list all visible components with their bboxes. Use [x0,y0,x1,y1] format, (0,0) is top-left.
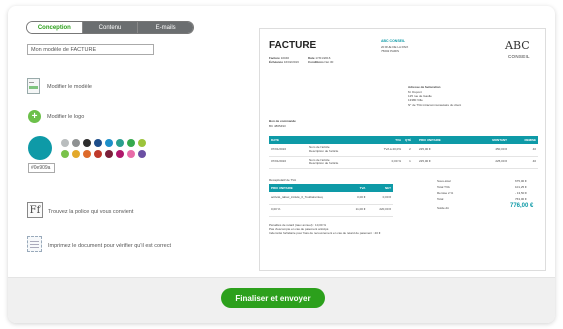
column-header: PRIX UNITAIRE [269,184,345,192]
color-swatch[interactable] [72,139,80,147]
font-icon[interactable]: Ff [27,202,43,218]
column-header: MONTANT [463,136,509,144]
modify-logo-link[interactable]: Modifier le logo [47,114,84,120]
invoice-conditions: Conditions Net 30 [308,60,334,64]
design-tabs: Conception Contenu E-mails [26,21,194,34]
template-name-input[interactable]: Mon modèle de FACTURE [27,44,154,55]
total-label: Total [437,197,444,201]
print-preview-icon[interactable] [27,236,42,252]
column-header: PRIX UNITAIRE [417,136,463,144]
row-description: Nom de l'article Description de l'article [307,144,367,157]
invoice-preview: FACTURE Facture 10046 Échéance 16/02/201… [259,28,546,271]
company-address-2: 75002 PARIS [381,49,399,53]
modify-template-link[interactable]: Modifier le modèle [47,84,92,90]
color-swatch[interactable] [72,150,80,158]
total-value: 763,00 € [515,197,527,201]
row-quantity: 2 [403,144,417,157]
company-logo-sub: CONSEIL [508,54,530,59]
billing-vat: N° de TVA intracommunautaire du client [408,103,462,107]
total-value: - 13,50 € [515,191,527,195]
invoice-designer-panel: Conception Contenu E-mails Mon modèle de… [8,6,555,323]
color-swatch[interactable] [105,150,113,158]
color-swatch[interactable] [127,150,135,158]
total-label: Total TVA [437,185,450,189]
row-amount: 450,00 € [463,144,509,157]
column-header: NET [367,184,393,192]
vat-row-unit: 0,00 % [269,204,345,217]
vat-row-net: 220,00 € [367,204,393,217]
vat-recap-table: PRIX UNITAIRE TVA NET activité_tabac_int… [269,184,393,217]
total-label: Remise 2 % [437,191,454,195]
vat-recap-header: PRIX UNITAIRE TVA NET [269,184,393,192]
column-header: QTÉ [403,136,417,144]
footer-bar: Finaliser et envoyer [8,277,555,323]
table-row: activité_tabac_intitulé_0_Toutfaireinteq… [269,192,393,205]
color-swatch[interactable] [83,139,91,147]
tab-contenu[interactable]: Contenu [81,22,138,33]
color-swatch[interactable] [138,150,146,158]
vat-recap-label: Récapitulatif de TVA [269,178,297,182]
template-doc-icon[interactable] [27,78,40,94]
tab-conception[interactable]: Conception [27,22,82,33]
row-vat: TVA à 20,0% [367,144,403,157]
color-swatch[interactable] [116,139,124,147]
column-header: DATE [269,136,307,144]
color-swatch[interactable] [61,150,69,158]
line-items-table: DATE TVA QTÉ PRIX UNITAIRE MONTANT REMIS… [269,136,538,169]
color-swatch[interactable] [94,150,102,158]
total-value: 101,25 € [515,185,527,189]
note-recovery: Indemnité forfaitaire pour frais de reco… [269,231,381,235]
row-date: 07/01/2016 [269,144,307,157]
balance-due: 776,00 € [510,203,534,209]
row-discount: 40 [509,144,538,157]
row-vat: 0,00 % [367,156,403,169]
vat-row-tva: 0,00 € [345,192,368,205]
vat-row-net: 0,00 € [367,192,393,205]
billing-label: Adresse de facturation [408,85,441,89]
column-header: TVA [345,184,368,192]
invoice-due-date: Échéance 16/02/2016 [269,60,299,64]
balance-label: Solde dû [437,206,449,210]
row-description: Nom de l'article Description de l'article [307,156,367,169]
add-logo-icon[interactable]: + [28,110,41,123]
row-quantity: 1 [403,156,417,169]
hex-color-input[interactable]: #0e909a [28,163,55,173]
color-swatch[interactable] [94,139,102,147]
total-value: 675,00 € [515,179,527,183]
company-name: ABC CONSEIL [381,39,406,43]
invoice-title: FACTURE [269,40,317,51]
billing-city: 13380 Ville [408,98,423,102]
color-swatch[interactable] [61,139,69,147]
color-swatch[interactable] [105,139,113,147]
finalize-send-button[interactable]: Finaliser et envoyer [221,288,325,308]
row-unit-price: 225,00 € [417,156,463,169]
font-tip-text[interactable]: Trouvez la police qui vous convient [48,209,133,215]
tab-emails[interactable]: E-mails [137,22,193,33]
color-swatch[interactable] [127,139,135,147]
selected-color-swatch[interactable] [28,136,52,160]
row-unit-price: 225,00 € [417,144,463,157]
column-header: REMISE [509,136,538,144]
table-row: 07/01/2016 Nom de l'article Description d… [269,156,538,169]
table-row: 0,00 % 11,00 € 220,00 € [269,204,393,217]
color-swatch[interactable] [83,150,91,158]
column-header [307,136,367,144]
vat-row-unit: activité_tabac_intitulé_0_Toutfaireinteq [269,192,345,205]
print-tip-text[interactable]: Imprimez le document pour vérifier qu'il… [48,243,171,249]
row-amount: 225,00 € [463,156,509,169]
order-label: Bon de commande [269,119,296,123]
vat-row-tva: 11,00 € [345,204,368,217]
line-items-header: DATE TVA QTÉ PRIX UNITAIRE MONTANT REMIS… [269,136,538,144]
row-discount: 40 [509,156,538,169]
company-logo: ABC [505,39,530,52]
color-swatch[interactable] [138,139,146,147]
order-number: BC 4865493 [269,124,286,128]
color-swatch[interactable] [116,150,124,158]
table-row: 07/01/2016 Nom de l'article Description d… [269,144,538,157]
row-date: 07/01/2016 [269,156,307,169]
column-header: TVA [367,136,403,144]
total-label: Sous-total [437,179,451,183]
